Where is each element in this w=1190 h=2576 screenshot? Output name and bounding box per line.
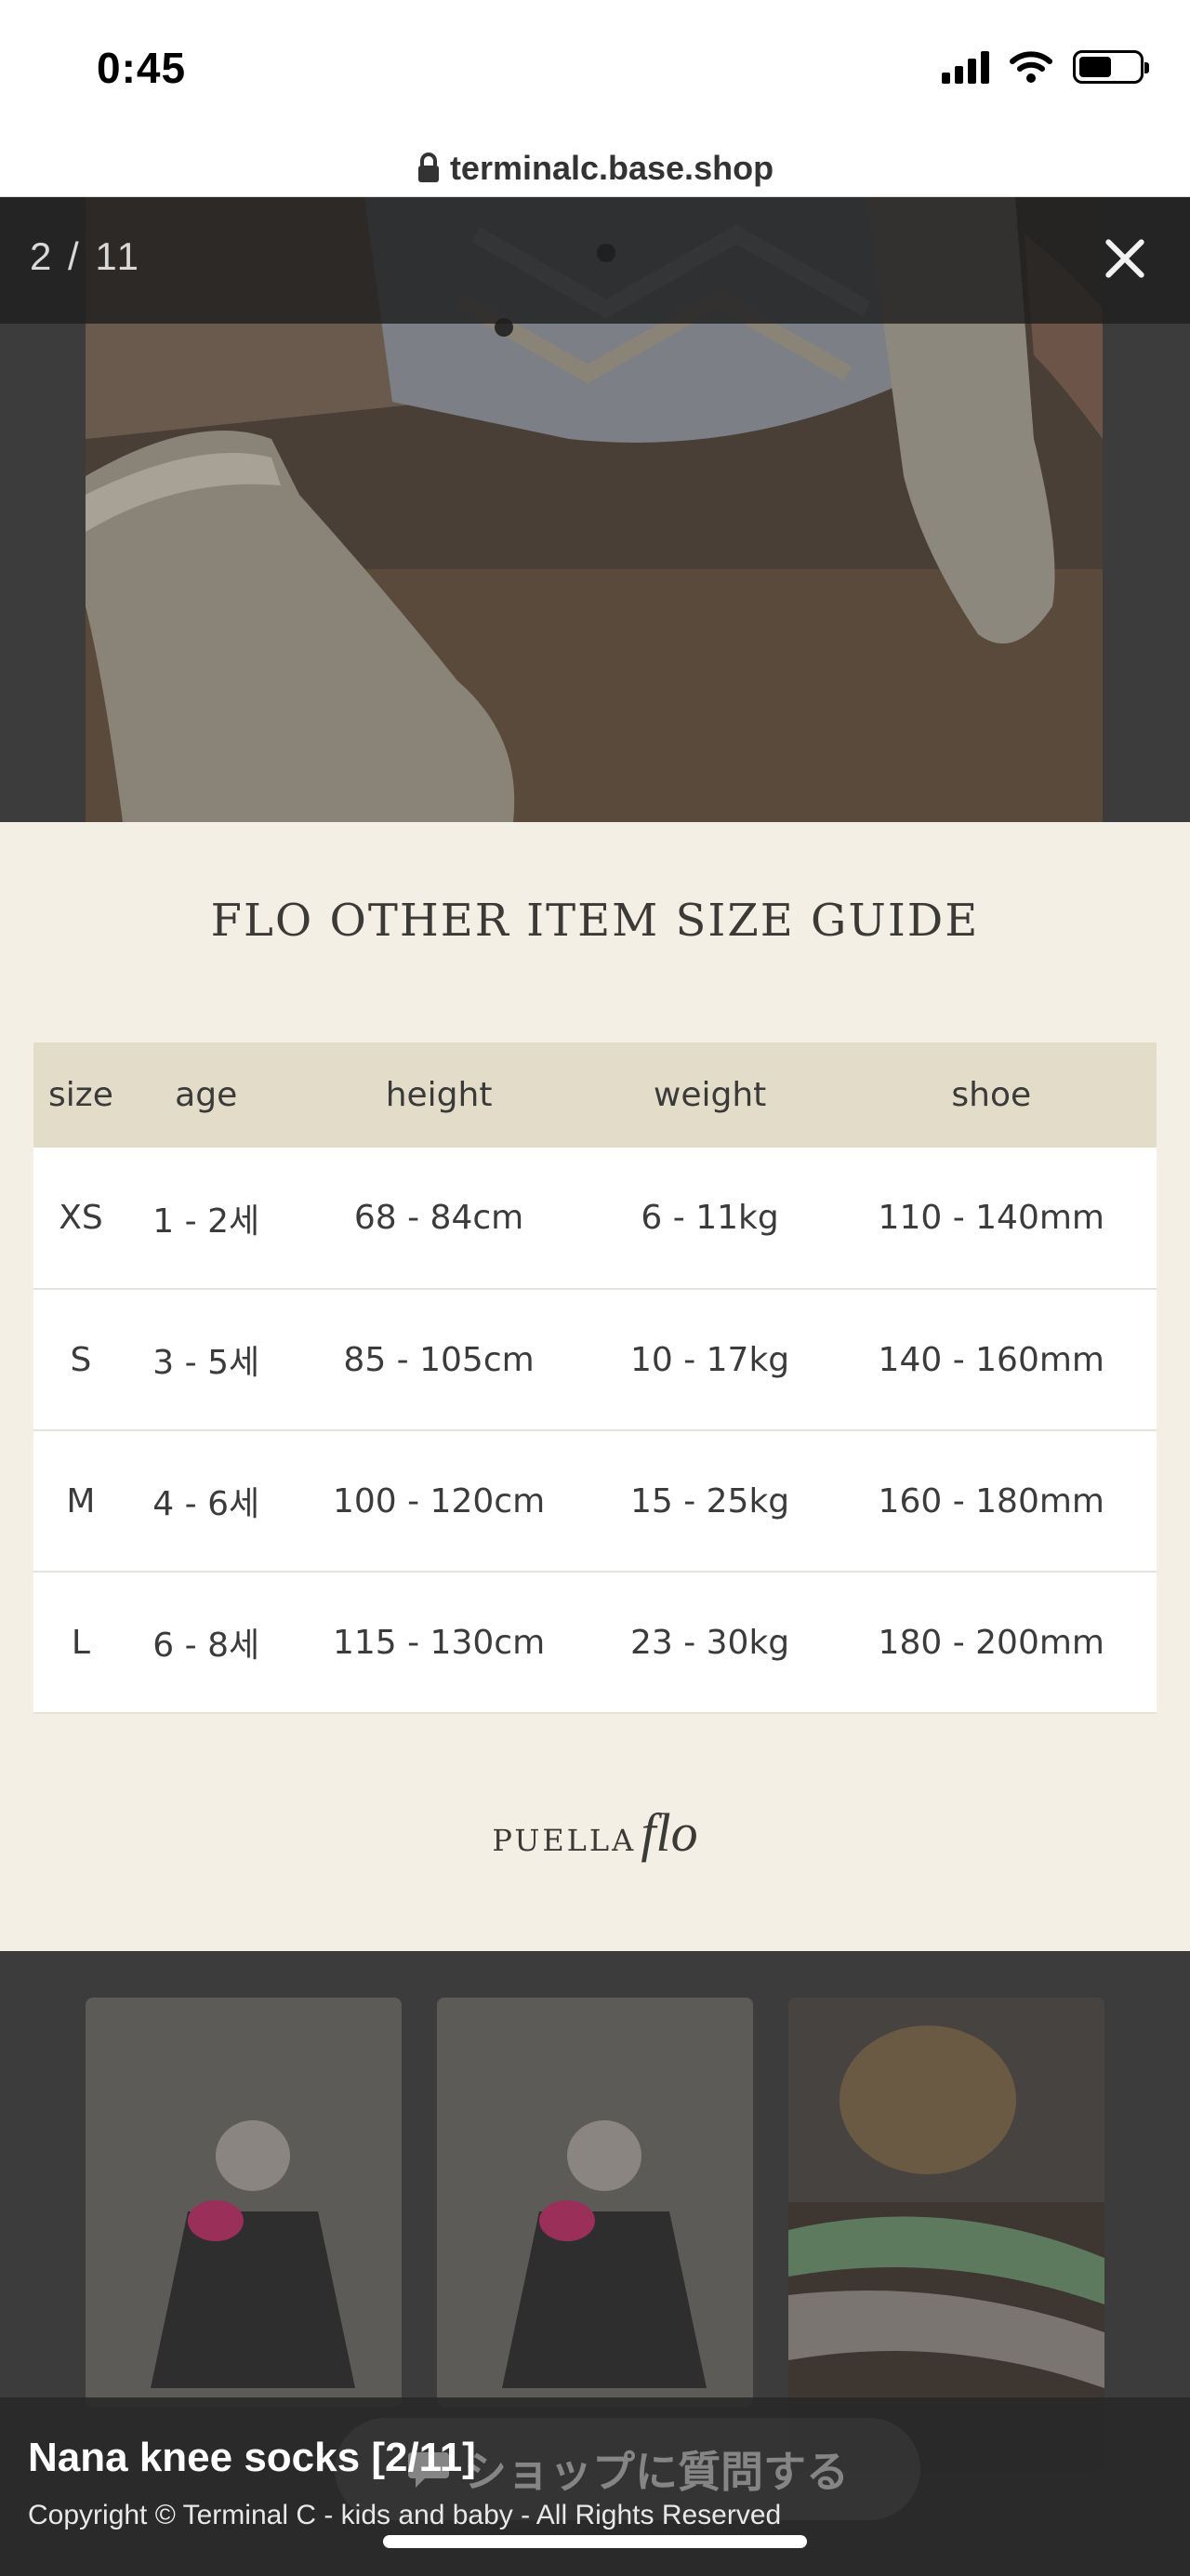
size-guide: FLO OTHER ITEM SIZE GUIDE size age heigh… — [0, 822, 1190, 1951]
cellular-signal-icon — [942, 50, 989, 84]
cell-weight: 10 - 17kg — [593, 1289, 826, 1431]
cell-shoe: 140 - 160mm — [826, 1289, 1157, 1431]
wifi-icon — [1010, 51, 1052, 83]
battery-icon — [1073, 50, 1149, 84]
cell-size: M — [33, 1430, 128, 1573]
logo-word-puella: PUELLA — [492, 1823, 637, 1858]
header-size: size — [33, 1042, 128, 1148]
lightbox-header: 2 / 11 — [0, 197, 1190, 324]
home-indicator[interactable] — [383, 2535, 807, 2548]
header-age: age — [127, 1042, 284, 1148]
cell-size: XS — [33, 1148, 128, 1290]
status-time: 0:45 — [97, 44, 187, 92]
cell-weight: 15 - 25kg — [593, 1430, 826, 1573]
image-counter: 2 / 11 — [30, 234, 141, 278]
cell-size: L — [33, 1572, 128, 1714]
cell-height: 100 - 120cm — [284, 1430, 594, 1573]
caption-title: Nana knee socks [2/11] — [28, 2435, 476, 2480]
table-row: XS 1 - 2세 68 - 84cm 6 - 11kg 110 - 140mm — [33, 1148, 1157, 1290]
logo-word-flo: flo — [641, 1802, 698, 1863]
lightbox-image: FLO OTHER ITEM SIZE GUIDE size age heigh… — [0, 197, 1190, 2120]
header-weight: weight — [593, 1042, 826, 1148]
cell-size: S — [33, 1289, 128, 1431]
cell-age: 4 - 6세 — [127, 1430, 284, 1573]
cell-shoe: 180 - 200mm — [826, 1572, 1157, 1714]
lock-icon — [417, 152, 439, 182]
address-bar[interactable]: terminalc.base.shop — [0, 139, 1190, 197]
lightbox-caption: ショップに質問する Nana knee socks [2/11] Copyrig… — [0, 2397, 1190, 2576]
brand-logo: PUELLA flo — [0, 1801, 1190, 1864]
cell-weight: 6 - 11kg — [593, 1148, 826, 1290]
ask-shop-label: ショップに質問する — [464, 2447, 849, 2497]
status-icons — [942, 48, 1149, 86]
size-table: size age height weight shoe XS 1 - 2세 68… — [33, 1042, 1157, 1714]
url-text[interactable]: terminalc.base.shop — [450, 149, 774, 188]
size-table-header: size age height weight shoe — [33, 1042, 1157, 1148]
header-height: height — [284, 1042, 594, 1148]
header-shoe: shoe — [826, 1042, 1157, 1148]
cell-weight: 23 - 30kg — [593, 1572, 826, 1714]
size-guide-title: FLO OTHER ITEM SIZE GUIDE — [210, 895, 980, 947]
cell-shoe: 160 - 180mm — [826, 1430, 1157, 1573]
table-row: S 3 - 5세 85 - 105cm 10 - 17kg 140 - 160m… — [33, 1289, 1157, 1431]
cell-height: 85 - 105cm — [284, 1289, 594, 1431]
cell-height: 68 - 84cm — [284, 1148, 594, 1290]
table-row: M 4 - 6세 100 - 120cm 15 - 25kg 160 - 180… — [33, 1430, 1157, 1573]
cell-shoe: 110 - 140mm — [826, 1148, 1157, 1290]
cell-height: 115 - 130cm — [284, 1572, 594, 1714]
cell-age: 3 - 5세 — [127, 1289, 284, 1431]
cell-age: 6 - 8세 — [127, 1572, 284, 1714]
close-icon[interactable] — [1097, 231, 1153, 286]
cell-age: 1 - 2세 — [127, 1148, 284, 1290]
table-row: L 6 - 8세 115 - 130cm 23 - 30kg 180 - 200… — [33, 1572, 1157, 1714]
caption-copyright: Copyright © Terminal C - kids and baby -… — [28, 2500, 782, 2530]
status-bar: 0:45 — [0, 0, 1190, 139]
